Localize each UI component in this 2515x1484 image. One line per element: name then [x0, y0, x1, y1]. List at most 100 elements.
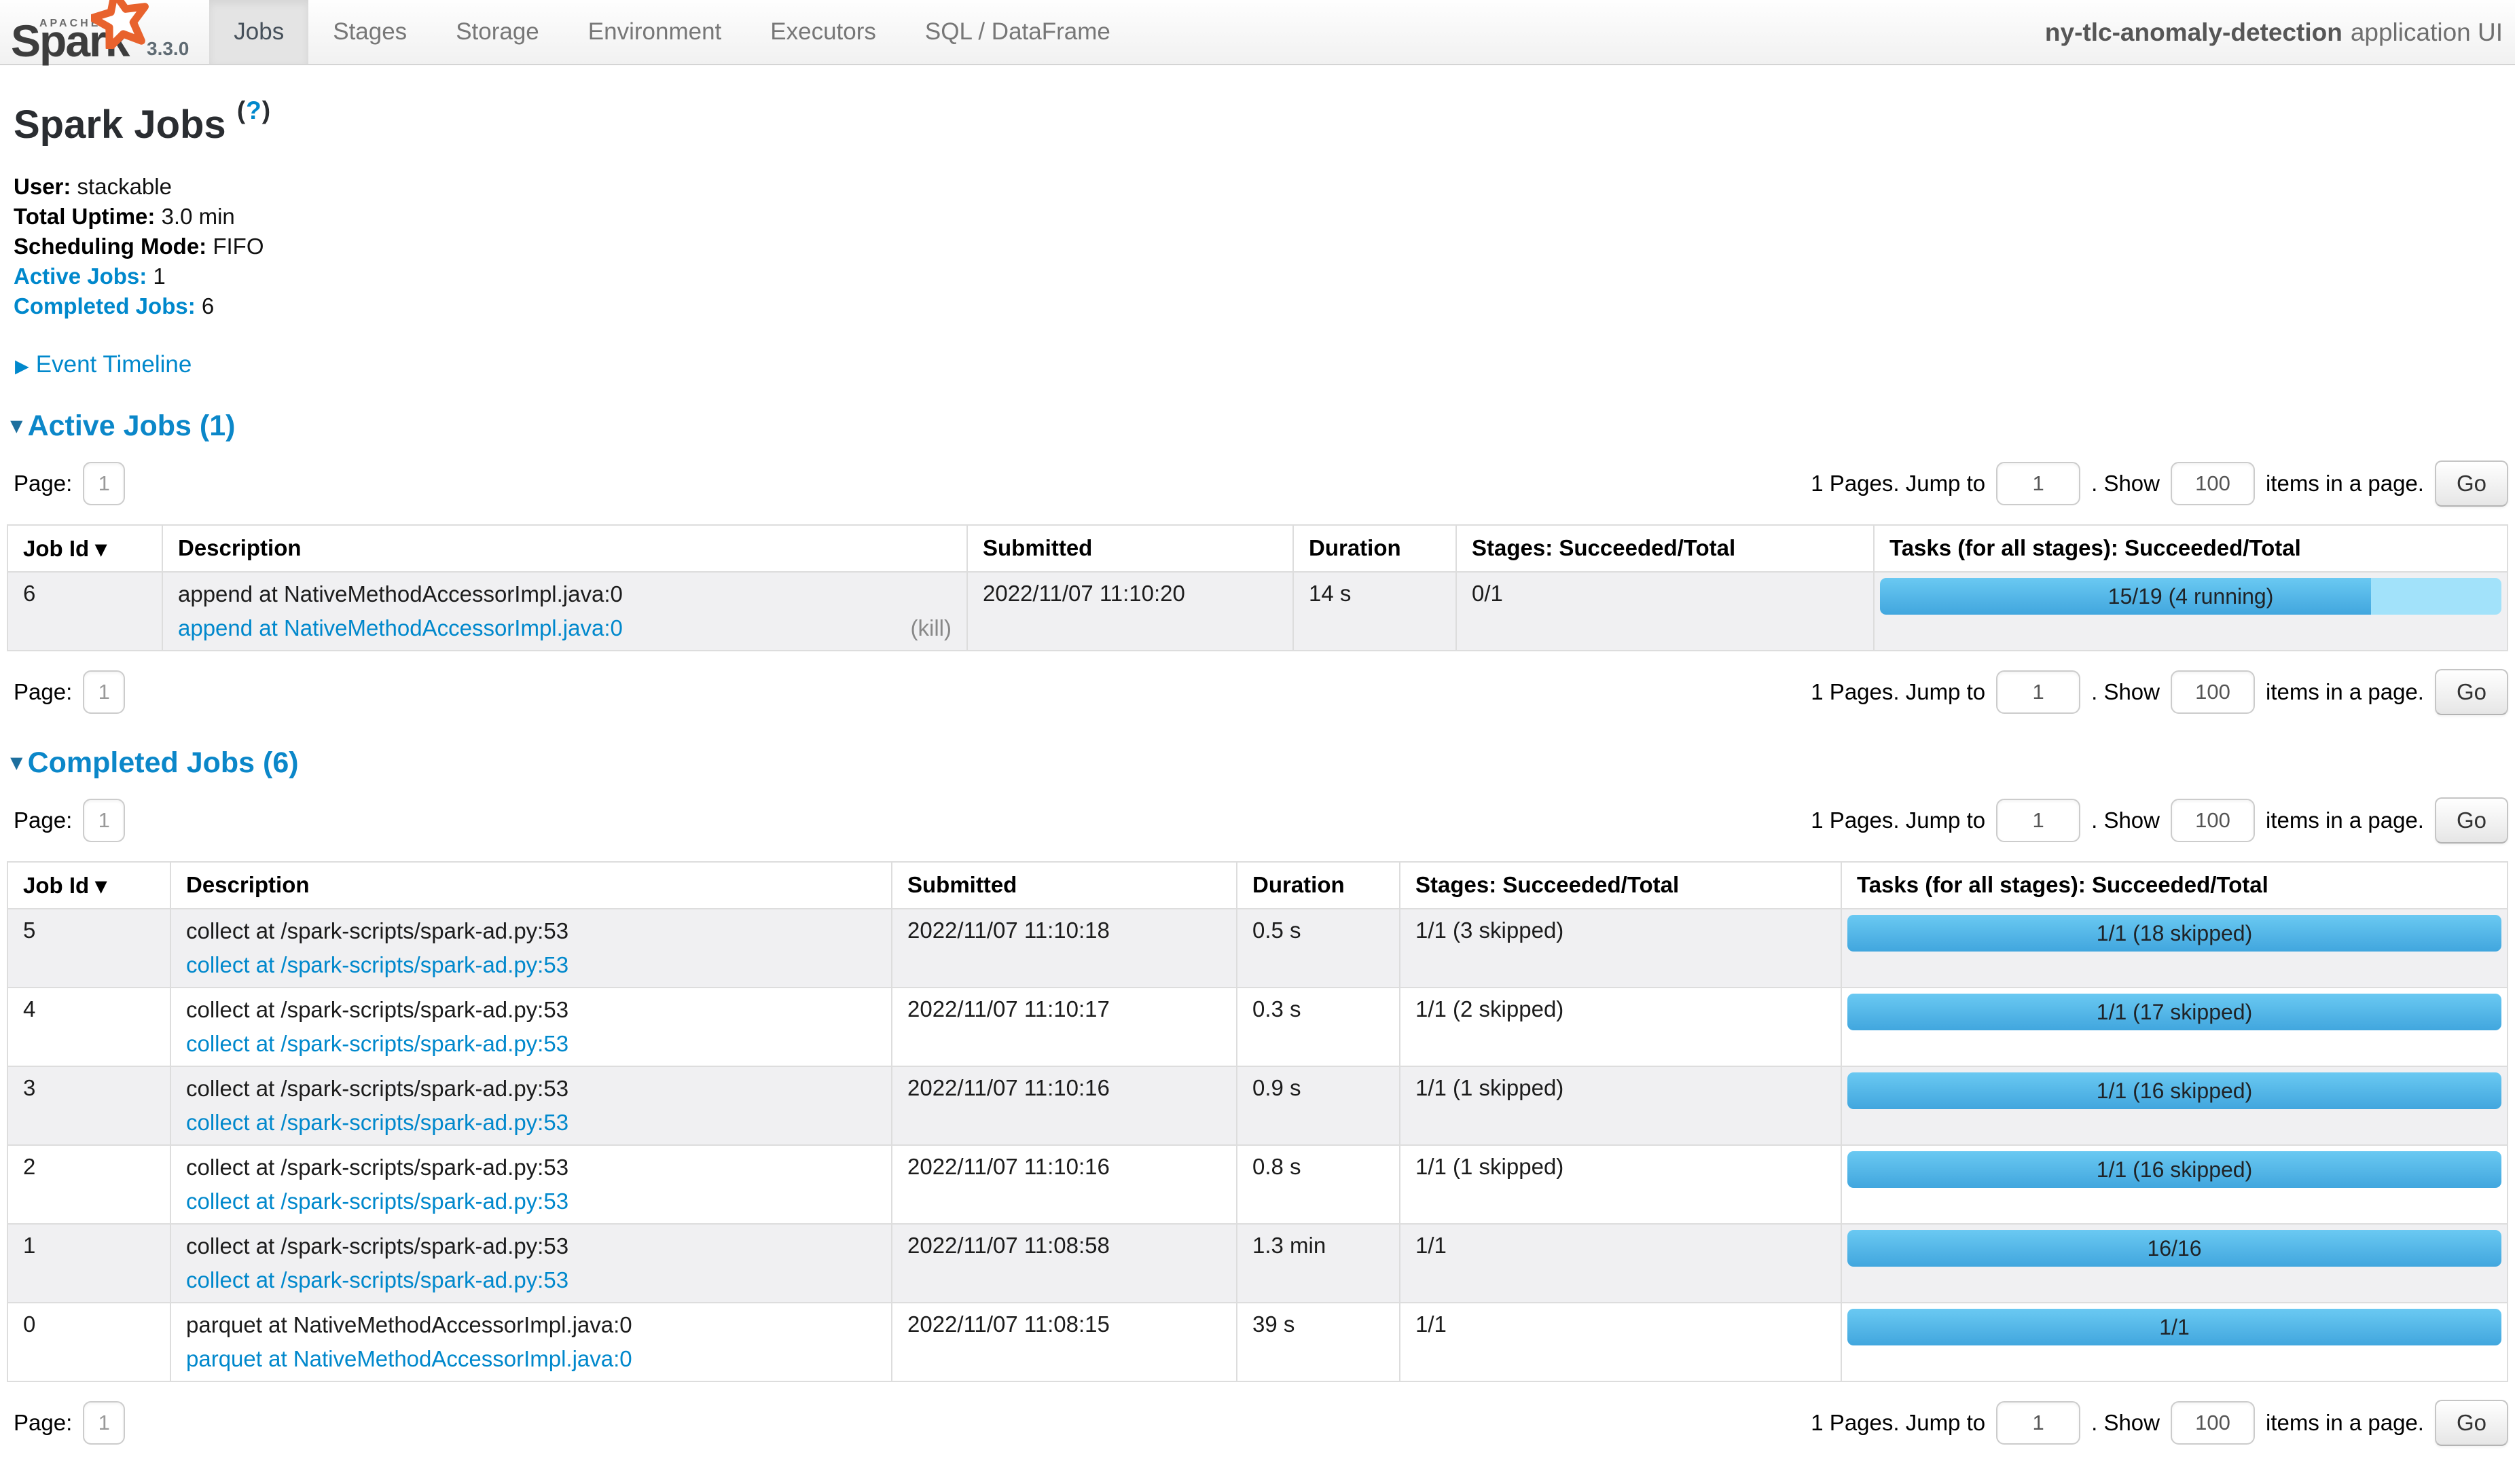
column-header-0[interactable]: Job Id ▾ — [7, 862, 170, 909]
jump-to-input[interactable] — [1996, 1401, 2080, 1445]
page-number-input[interactable] — [83, 462, 125, 505]
progress-label: 1/1 (18 skipped) — [1847, 915, 2501, 952]
page-number-input[interactable] — [83, 799, 125, 842]
progress-label: 1/1 — [1847, 1309, 2501, 1345]
task-progress-bar: 15/19 (4 running) — [1880, 578, 2501, 615]
tasks-cell: 1/1 — [1841, 1303, 2508, 1381]
job-row: 2 collect at /spark-scripts/spark-ad.py:5… — [7, 1145, 2508, 1224]
active-jobs-section-header[interactable]: ▾Active Jobs (1) — [11, 410, 2508, 443]
tasks-cell: 1/1 (16 skipped) — [1841, 1066, 2508, 1145]
jump-to-input[interactable] — [1996, 799, 2080, 842]
job-id-cell: 3 — [7, 1066, 170, 1145]
show-count-input[interactable] — [2171, 799, 2255, 842]
description-cell: collect at /spark-scripts/spark-ad.py:53… — [170, 988, 892, 1066]
tab-stages[interactable]: Stages — [308, 0, 431, 64]
job-id-cell: 0 — [7, 1303, 170, 1381]
job-id-cell: 1 — [7, 1224, 170, 1303]
description-link[interactable]: collect at /spark-scripts/spark-ad.py:53 — [186, 1188, 568, 1215]
pages-jump-text: 1 Pages. Jump to — [1811, 808, 1985, 833]
tab-jobs[interactable]: Jobs — [209, 0, 308, 64]
description-link[interactable]: collect at /spark-scripts/spark-ad.py:53 — [186, 1109, 568, 1136]
go-button[interactable]: Go — [2435, 669, 2508, 715]
event-timeline-toggle[interactable]: ▶Event Timeline — [15, 351, 2508, 378]
column-header-1[interactable]: Description — [170, 862, 892, 909]
column-header-3[interactable]: Duration — [1293, 525, 1456, 572]
info-uptime-value: 3.0 min — [162, 204, 235, 229]
kill-link[interactable]: (kill) — [911, 615, 952, 642]
description-text: collect at /spark-scripts/spark-ad.py:53 — [186, 1154, 876, 1181]
description-link[interactable]: collect at /spark-scripts/spark-ad.py:53 — [186, 1030, 568, 1057]
duration-cell: 1.3 min — [1237, 1224, 1400, 1303]
page-label: Page: — [14, 1410, 72, 1436]
tasks-cell: 1/1 (17 skipped) — [1841, 988, 2508, 1066]
description-text: collect at /spark-scripts/spark-ad.py:53 — [186, 918, 876, 945]
submitted-cell: 2022/11/07 11:10:18 — [892, 909, 1237, 988]
column-header-2[interactable]: Submitted — [892, 862, 1237, 909]
show-count-input[interactable] — [2171, 1401, 2255, 1445]
tasks-cell: 15/19 (4 running) — [1874, 572, 2508, 651]
stages-cell: 1/1 — [1400, 1224, 1841, 1303]
jump-to-input[interactable] — [1996, 462, 2080, 505]
table-header-row: Job Id ▾DescriptionSubmittedDurationStag… — [7, 862, 2508, 909]
duration-cell: 39 s — [1237, 1303, 1400, 1381]
job-id-cell: 2 — [7, 1145, 170, 1224]
column-header-0[interactable]: Job Id ▾ — [7, 525, 162, 572]
tab-environment[interactable]: Environment — [564, 0, 746, 64]
app-title: ny-tlc-anomaly-detection application UI — [2045, 0, 2503, 65]
duration-cell: 14 s — [1293, 572, 1456, 651]
show-count-input[interactable] — [2171, 462, 2255, 505]
column-header-4[interactable]: Stages: Succeeded/Total — [1456, 525, 1874, 572]
job-id-cell: 5 — [7, 909, 170, 988]
description-link-line: collect at /spark-scripts/spark-ad.py:53 — [186, 1188, 876, 1215]
jump-to-input[interactable] — [1996, 670, 2080, 714]
completed-jobs-section-header[interactable]: ▾Completed Jobs (6) — [11, 746, 2508, 780]
column-header-3[interactable]: Duration — [1237, 862, 1400, 909]
column-header-4[interactable]: Stages: Succeeded/Total — [1400, 862, 1841, 909]
tab-sql-dataframe[interactable]: SQL / DataFrame — [901, 0, 1135, 64]
job-row: 0 parquet at NativeMethodAccessorImpl.jav… — [7, 1303, 2508, 1381]
info-uptime-label: Total Uptime: — [14, 204, 155, 229]
tab-storage[interactable]: Storage — [431, 0, 564, 64]
pagination-row: Page:1 Pages. Jump to. Showitems in a pa… — [7, 460, 2508, 507]
page-number-input[interactable] — [83, 1401, 125, 1445]
page-label: Page: — [14, 679, 72, 705]
main-content: Spark Jobs (?) User: stackable Total Upt… — [0, 96, 2515, 1484]
help-sup: (?) — [237, 96, 271, 124]
help-link[interactable]: ? — [246, 96, 262, 124]
column-header-2[interactable]: Submitted — [967, 525, 1293, 572]
spark-star-icon — [91, 0, 149, 52]
pagination-row: Page:1 Pages. Jump to. Showitems in a pa… — [7, 797, 2508, 844]
submitted-cell: 2022/11/07 11:10:16 — [892, 1145, 1237, 1224]
job-row: 6append at NativeMethodAccessorImpl.java… — [7, 572, 2508, 651]
active-jobs-link[interactable]: Active Jobs: — [14, 264, 147, 289]
app-name: ny-tlc-anomaly-detection — [2045, 18, 2342, 47]
tab-executors[interactable]: Executors — [746, 0, 901, 64]
info-active-jobs-value: 1 — [153, 264, 165, 289]
description-link[interactable]: parquet at NativeMethodAccessorImpl.java… — [186, 1345, 632, 1373]
column-header-5[interactable]: Tasks (for all stages): Succeeded/Total — [1841, 862, 2508, 909]
description-link[interactable]: collect at /spark-scripts/spark-ad.py:53 — [186, 952, 568, 979]
page-number-input[interactable] — [83, 670, 125, 714]
app-title-suffix: application UI — [2351, 18, 2503, 47]
duration-cell: 0.9 s — [1237, 1066, 1400, 1145]
spark-logo-mark: APACHE Spark — [10, 0, 139, 60]
progress-label: 1/1 (16 skipped) — [1847, 1072, 2501, 1109]
go-button[interactable]: Go — [2435, 1400, 2508, 1446]
description-text: collect at /spark-scripts/spark-ad.py:53 — [186, 1233, 876, 1260]
go-button[interactable]: Go — [2435, 460, 2508, 507]
go-button[interactable]: Go — [2435, 797, 2508, 844]
column-header-5[interactable]: Tasks (for all stages): Succeeded/Total — [1874, 525, 2508, 572]
column-header-1[interactable]: Description — [162, 525, 967, 572]
progress-label: 1/1 (16 skipped) — [1847, 1151, 2501, 1188]
pagination-left: Page: — [14, 799, 125, 842]
description-link[interactable]: collect at /spark-scripts/spark-ad.py:53 — [186, 1267, 568, 1294]
show-count-input[interactable] — [2171, 670, 2255, 714]
spark-logo[interactable]: APACHE Spark 3.3.0 — [0, 0, 209, 64]
description-link[interactable]: append at NativeMethodAccessorImpl.java:… — [178, 615, 623, 642]
description-cell: collect at /spark-scripts/spark-ad.py:53… — [170, 909, 892, 988]
completed-jobs-pagination-bottom: Page:1 Pages. Jump to. Showitems in a pa… — [7, 1400, 2508, 1446]
show-text: . Show — [2091, 1410, 2160, 1436]
completed-jobs-link[interactable]: Completed Jobs: — [14, 293, 196, 319]
help-paren-close: ) — [262, 96, 271, 124]
stages-cell: 0/1 — [1456, 572, 1874, 651]
